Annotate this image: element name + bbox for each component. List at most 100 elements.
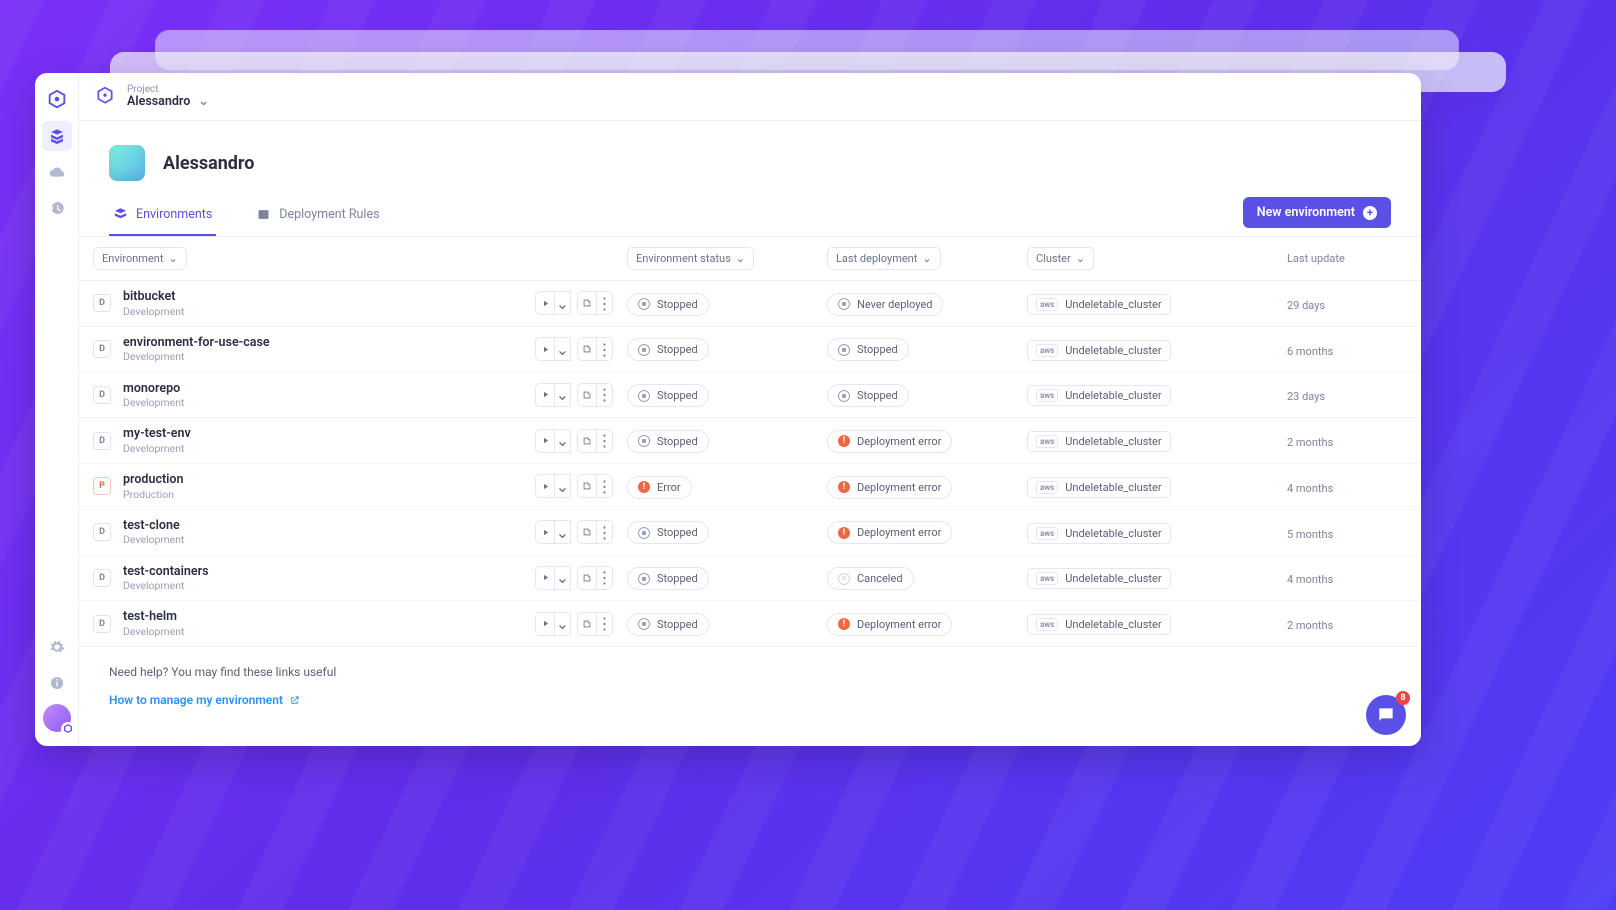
play-dropdown[interactable]: ⌄	[555, 291, 571, 315]
more-button[interactable]: ⋮	[597, 566, 613, 590]
env-type-badge: D	[93, 294, 111, 312]
play-dropdown[interactable]: ⌄	[555, 474, 571, 498]
deploy-pill: Deployment error	[827, 613, 952, 636]
cluster-pill[interactable]: aws Undeletable_cluster	[1027, 523, 1171, 544]
deploy-pill: Canceled	[827, 567, 914, 590]
status-dot-icon	[638, 481, 650, 493]
filter-status[interactable]: Environment status ⌄	[627, 247, 754, 270]
table-row[interactable]: D test-helm Development ⌄ ⋮ Stopped	[79, 601, 1421, 647]
status-dot-icon	[638, 618, 650, 630]
cluster-pill[interactable]: aws Undeletable_cluster	[1027, 431, 1171, 452]
env-name: test-clone	[123, 518, 184, 534]
table-row[interactable]: D test-clone Development ⌄ ⋮ Stoppe	[79, 510, 1421, 556]
filter-environment[interactable]: Environment ⌄	[93, 247, 187, 270]
logs-button[interactable]	[577, 291, 597, 315]
cluster-name: Undeletable_cluster	[1065, 527, 1161, 540]
chat-fab[interactable]: 8	[1366, 695, 1406, 735]
deploy-text: Never deployed	[857, 298, 932, 311]
logs-button[interactable]	[577, 474, 597, 498]
play-dropdown[interactable]: ⌄	[555, 566, 571, 590]
cluster-pill[interactable]: aws Undeletable_cluster	[1027, 340, 1171, 361]
env-subtype: Development	[123, 579, 209, 592]
logs-button[interactable]	[577, 429, 597, 453]
logs-button[interactable]	[577, 520, 597, 544]
env-type-badge: D	[93, 523, 111, 541]
sidebar-item-info[interactable]	[42, 668, 72, 698]
sidebar-item-environments[interactable]	[42, 121, 72, 151]
sidebar-item-settings[interactable]	[42, 632, 72, 662]
play-button[interactable]	[535, 612, 555, 636]
help-link-manage-env[interactable]: How to manage my environment	[109, 693, 300, 707]
play-button[interactable]	[535, 291, 555, 315]
play-dropdown[interactable]: ⌄	[555, 383, 571, 407]
play-button[interactable]	[535, 520, 555, 544]
play-button[interactable]	[535, 474, 555, 498]
logs-button[interactable]	[577, 612, 597, 636]
table-header: Environment ⌄ Environment status ⌄ Last …	[79, 237, 1421, 281]
more-button[interactable]: ⋮	[597, 383, 613, 407]
page-header: Alessandro	[79, 121, 1421, 197]
project-icon	[95, 86, 117, 108]
status-dot-icon	[638, 390, 650, 402]
table-row[interactable]: D environment-for-use-case Development ⌄…	[79, 327, 1421, 373]
deploy-pill: Deployment error	[827, 521, 952, 544]
cluster-pill[interactable]: aws Undeletable_cluster	[1027, 614, 1171, 635]
env-subtype: Development	[123, 625, 184, 638]
cluster-pill[interactable]: aws Undeletable_cluster	[1027, 385, 1171, 406]
status-pill: Stopped	[627, 430, 709, 453]
aws-icon: aws	[1036, 572, 1058, 585]
cluster-pill[interactable]: aws Undeletable_cluster	[1027, 294, 1171, 315]
play-dropdown[interactable]: ⌄	[555, 612, 571, 636]
last-update: 5 months	[1287, 528, 1333, 541]
filter-deploy[interactable]: Last deployment ⌄	[827, 247, 941, 270]
sidebar	[35, 73, 79, 746]
more-button[interactable]: ⋮	[597, 474, 613, 498]
more-button[interactable]: ⋮	[597, 520, 613, 544]
table-row[interactable]: D test-containers Development ⌄ ⋮ S	[79, 556, 1421, 602]
last-update: 2 months	[1287, 436, 1333, 449]
env-subtype: Development	[123, 350, 270, 363]
more-button[interactable]: ⋮	[597, 612, 613, 636]
play-dropdown[interactable]: ⌄	[555, 337, 571, 361]
deploy-text: Stopped	[857, 389, 898, 402]
tab-deployment-rules[interactable]: Deployment Rules	[252, 197, 383, 236]
chevron-down-icon: ⌄	[736, 252, 745, 265]
col-env-label: Environment	[102, 252, 163, 265]
play-button[interactable]	[535, 566, 555, 590]
status-pill: Stopped	[627, 521, 709, 544]
table-row[interactable]: D bitbucket Development ⌄ ⋮ Stopped	[79, 281, 1421, 327]
more-button[interactable]: ⋮	[597, 429, 613, 453]
env-subtype: Development	[123, 442, 191, 455]
tab-environments[interactable]: Environments	[109, 197, 216, 236]
external-link-icon	[289, 695, 300, 706]
env-subtype: Development	[123, 305, 184, 318]
play-button[interactable]	[535, 429, 555, 453]
logs-button[interactable]	[577, 383, 597, 407]
cluster-pill[interactable]: aws Undeletable_cluster	[1027, 568, 1171, 589]
table-row[interactable]: D monorepo Development ⌄ ⋮ Stopped	[79, 373, 1421, 419]
play-dropdown[interactable]: ⌄	[555, 520, 571, 544]
play-dropdown[interactable]: ⌄	[555, 429, 571, 453]
logs-button[interactable]	[577, 337, 597, 361]
help-link-label: How to manage my environment	[109, 693, 283, 707]
new-environment-button[interactable]: New environment +	[1243, 197, 1391, 228]
logs-button[interactable]	[577, 566, 597, 590]
sidebar-item-history[interactable]	[42, 193, 72, 223]
sidebar-item-cloud[interactable]	[42, 157, 72, 187]
status-dot-icon	[638, 298, 650, 310]
cluster-name: Undeletable_cluster	[1065, 435, 1161, 448]
more-button[interactable]: ⋮	[597, 337, 613, 361]
play-button[interactable]	[535, 383, 555, 407]
aws-icon: aws	[1036, 298, 1058, 311]
project-selector[interactable]: Alessandro ⌄	[127, 95, 209, 109]
more-button[interactable]: ⋮	[597, 291, 613, 315]
cluster-pill[interactable]: aws Undeletable_cluster	[1027, 477, 1171, 498]
app-logo[interactable]	[42, 85, 72, 115]
filter-cluster[interactable]: Cluster ⌄	[1027, 247, 1094, 270]
user-avatar[interactable]	[43, 704, 71, 732]
status-pill: Stopped	[627, 384, 709, 407]
deploy-dot-icon	[838, 527, 850, 539]
table-row[interactable]: P production Production ⌄ ⋮ Error	[79, 464, 1421, 510]
play-button[interactable]	[535, 337, 555, 361]
table-row[interactable]: D my-test-env Development ⌄ ⋮ Stopp	[79, 418, 1421, 464]
